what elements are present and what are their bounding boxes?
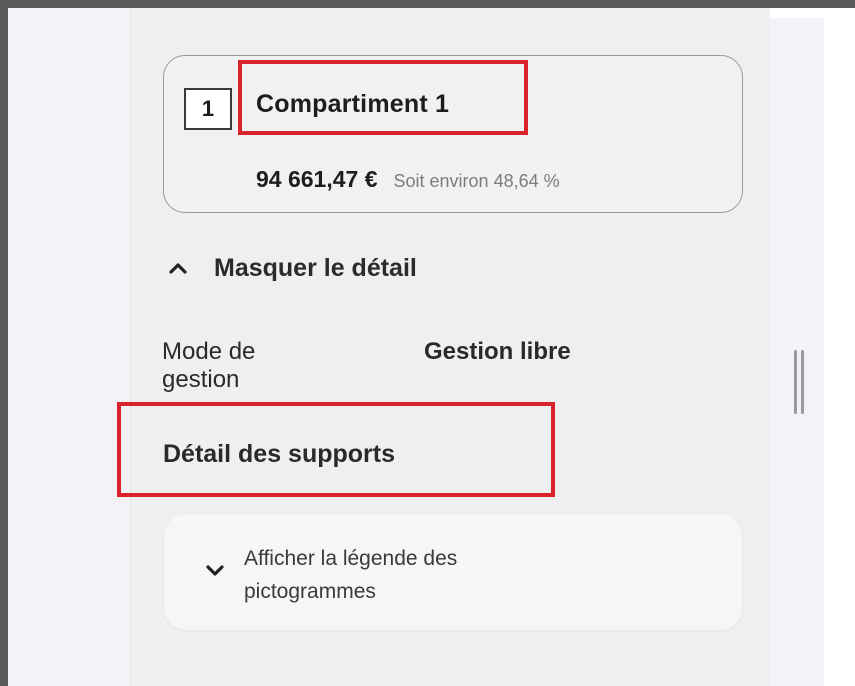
handle-bar <box>794 350 797 414</box>
hide-detail-button[interactable]: Masquer le détail <box>168 246 417 290</box>
compartment-amount-line: 94 661,47 € Soit environ 48,64 % <box>256 166 560 193</box>
right-margin <box>824 8 855 686</box>
left-background <box>8 8 130 686</box>
resize-handle[interactable] <box>791 350 807 414</box>
management-mode-label: Mode de gestion <box>162 338 256 393</box>
highlight-box-supports <box>117 402 555 497</box>
management-mode-value: Gestion libre <box>424 338 571 365</box>
handle-bar <box>801 350 804 414</box>
compartment-number-badge: 1 <box>184 88 232 130</box>
chevron-up-icon <box>169 263 187 274</box>
hide-detail-label: Masquer le détail <box>214 253 417 282</box>
compartment-ratio: Soit environ 48,64 % <box>393 171 560 191</box>
legend-accordion-label[interactable]: Afficher la légende des pictogrammes <box>244 542 584 608</box>
compartment-amount: 94 661,47 € <box>256 166 378 192</box>
highlight-box-title <box>238 60 528 135</box>
chevron-down-icon[interactable] <box>205 564 225 578</box>
